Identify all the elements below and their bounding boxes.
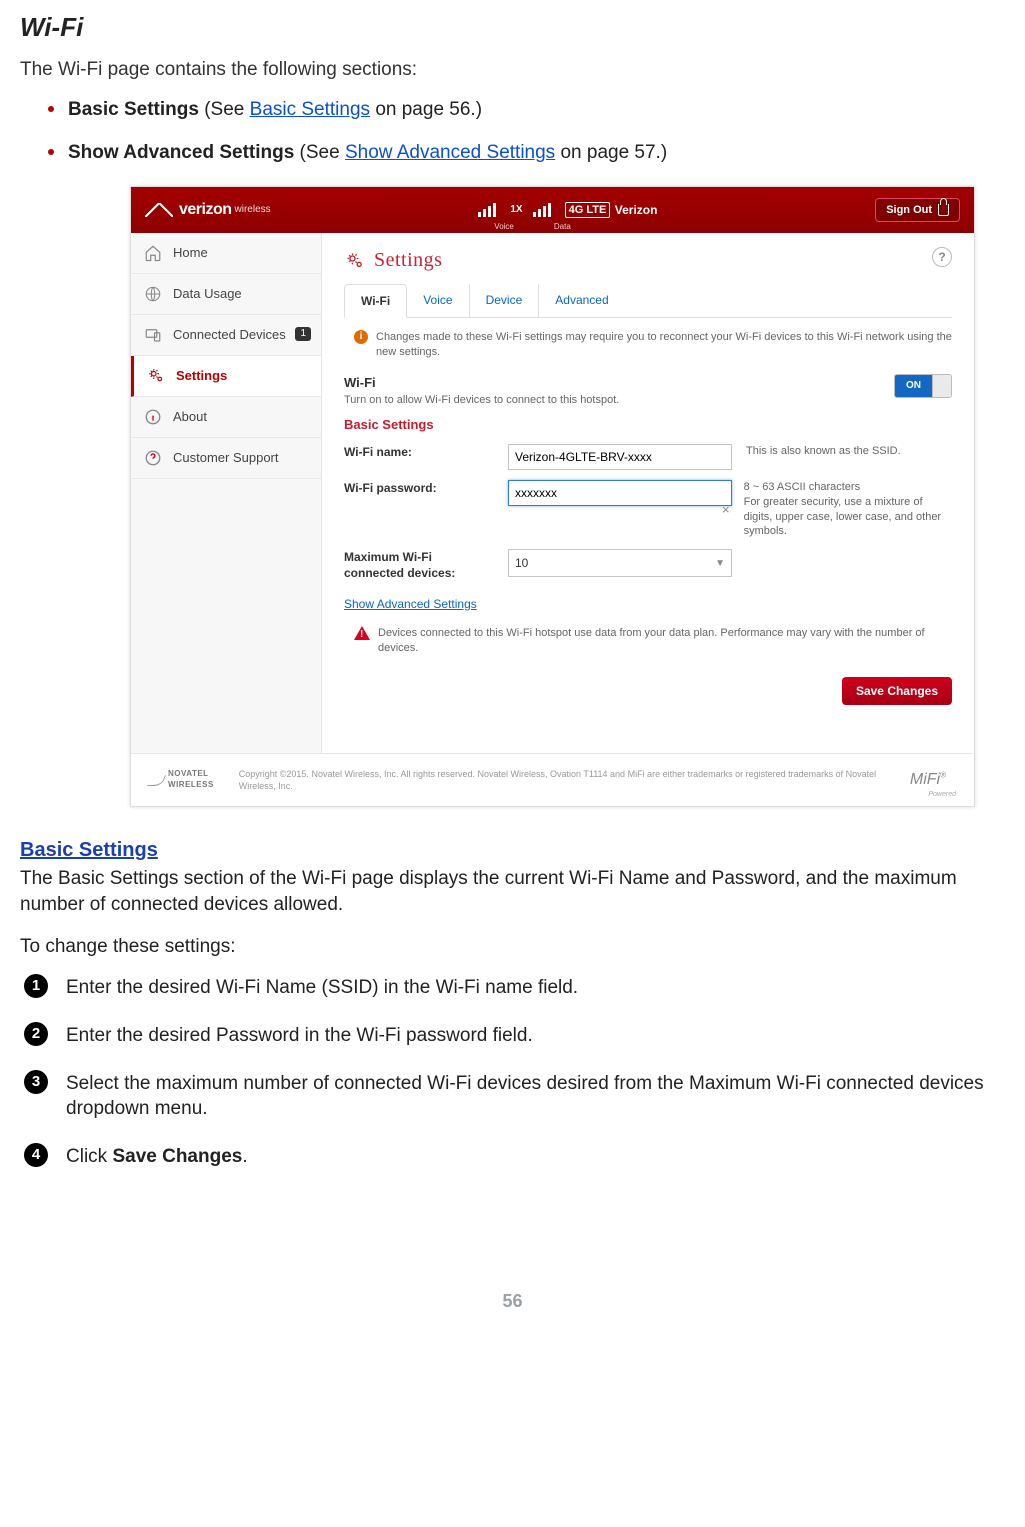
wifi-password-input[interactable] [508,480,732,506]
voice-signal-icon [478,203,496,217]
settings-title-icon [344,251,366,271]
novatel-swoosh-icon [147,775,166,786]
mifi-logo: MiFi® Powered [910,769,956,791]
wifi-name-hint: This is also known as the SSID. [746,444,952,459]
wifi-name-input[interactable] [508,444,732,470]
clear-input-icon[interactable]: × [722,501,730,519]
toggle-on-label: ON [895,375,932,397]
sidebar-item-about[interactable]: About [131,397,321,438]
sign-out-label: Sign Out [886,203,932,218]
bullet-advanced-settings: Show Advanced Settings (See Show Advance… [20,140,1005,166]
sidebar-item-label: Customer Support [173,449,279,467]
intro-text: The Wi-Fi page contains the following se… [20,57,1005,83]
main-title-text: Settings [374,247,442,274]
carrier-name: Verizon [615,202,658,218]
warning-message: Devices connected to this Wi-Fi hotspot … [354,626,952,656]
wifi-section-sub: Turn on to allow Wi-Fi devices to connec… [344,393,952,408]
toggle-knob [932,375,951,397]
info-message: i Changes made to these Wi-Fi settings m… [354,330,952,360]
tab-device[interactable]: Device [470,284,540,317]
warning-icon [354,626,370,640]
info-icon [143,407,163,427]
wifi-name-label: Wi-Fi name: [344,444,494,460]
sidebar-item-settings[interactable]: Settings [131,356,321,397]
sidebar-item-label: Settings [176,367,227,385]
lock-icon [938,204,949,216]
sidebar-item-label: About [173,408,207,426]
voice-tech: 1X [510,203,522,217]
link-basic-settings[interactable]: Basic Settings [250,99,370,120]
chevron-down-icon: ▼ [715,557,725,571]
max-devices-value: 10 [515,555,528,571]
lte-badge: 4G LTE [565,202,611,219]
link-advanced-settings[interactable]: Show Advanced Settings [345,142,555,163]
sidebar-item-label: Connected Devices [173,326,286,344]
sidebar-item-support[interactable]: Customer Support [131,438,321,479]
bullet-basic-settings: Basic Settings (See Basic Settings on pa… [20,97,1005,123]
bullet-label: Show Advanced Settings [68,142,294,163]
devices-icon [143,325,163,345]
tab-voice[interactable]: Voice [407,284,469,317]
wifi-password-label: Wi-Fi password: [344,480,494,496]
globe-icon [143,284,163,304]
sidebar-item-connected-devices[interactable]: Connected Devices 1 [131,315,321,356]
wifi-toggle[interactable]: ON [894,374,952,398]
step-4: Click Save Changes. [20,1144,1005,1170]
sidebar-item-home[interactable]: Home [131,233,321,274]
show-advanced-link[interactable]: Show Advanced Settings [344,596,477,612]
step-1: Enter the desired Wi-Fi Name (SSID) in t… [20,975,1005,1001]
bullet-label: Basic Settings [68,99,199,120]
brand-text: verizon [179,199,232,221]
page-number: 56 [20,1289,1005,1313]
verizon-logo: verizon wireless [145,199,271,221]
info-circle-icon: i [354,330,368,344]
main-panel: ? Settings Wi-Fi Voice Device Advanced i… [322,233,974,753]
help-button[interactable]: ? [932,247,952,267]
step-2: Enter the desired Password in the Wi-Fi … [20,1023,1005,1049]
novatel-logo: NOVATEL WIRELESS [149,772,225,788]
tab-wifi[interactable]: Wi-Fi [344,284,407,318]
data-signal-icon [533,203,551,217]
basic-settings-description: The Basic Settings section of the Wi-Fi … [20,866,1005,917]
wifi-section-head: Wi-Fi [344,374,952,392]
connected-count-badge: 1 [295,327,311,341]
wifi-password-hint: 8 ~ 63 ASCII characters For greater secu… [744,480,952,539]
settings-tabs: Wi-Fi Voice Device Advanced [344,284,952,318]
embedded-screenshot: verizon wireless 1X 4G LTE Voice Data Ve… [130,186,975,807]
sidebar: Home Data Usage Connected Devices 1 [131,233,322,753]
step-3: Select the maximum number of connected W… [20,1071,1005,1122]
basic-settings-heading: Basic Settings [20,837,1005,864]
sign-out-button[interactable]: Sign Out [875,198,960,223]
help-icon [143,448,163,468]
data-label: Data [554,222,571,233]
gears-icon [146,366,166,386]
sidebar-item-label: Home [173,244,208,262]
max-devices-label: Maximum Wi-Fi connected devices: [344,549,494,581]
header-bar: verizon wireless 1X 4G LTE Voice Data Ve… [131,187,974,233]
basic-settings-head: Basic Settings [344,416,952,434]
sidebar-item-label: Data Usage [173,285,242,303]
steps-intro: To change these settings: [20,934,1005,960]
copyright-text: Copyright ©2015. Novatel Wireless, Inc. … [239,768,896,792]
tab-advanced[interactable]: Advanced [539,284,624,317]
brand-subtext: wireless [235,203,271,217]
verizon-check-icon [145,203,173,217]
footer: NOVATEL WIRELESS Copyright ©2015. Novate… [131,753,974,806]
sidebar-item-data-usage[interactable]: Data Usage [131,274,321,315]
save-changes-button[interactable]: Save Changes [842,677,952,705]
max-devices-select[interactable]: 10 ▼ [508,549,732,577]
info-text: Changes made to these Wi-Fi settings may… [376,330,952,360]
page-title: Wi-Fi [20,10,1005,45]
home-icon [143,243,163,263]
voice-label: Voice [494,222,514,233]
warning-text: Devices connected to this Wi-Fi hotspot … [378,626,952,656]
